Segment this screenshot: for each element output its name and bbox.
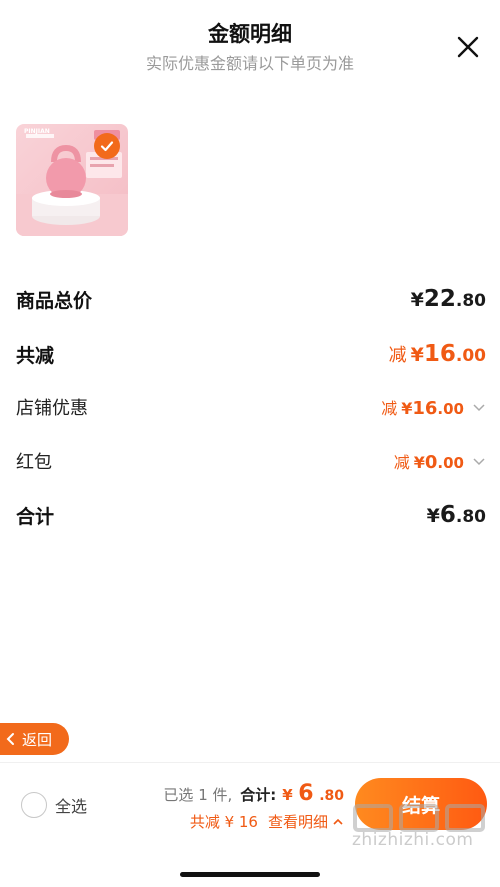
total-reduce-amount: 减 ¥ 16 .00 [388, 341, 486, 367]
red-packet-amount: 减 ¥ 0 .00 [394, 449, 486, 473]
product-brand-text: PINJIAN [24, 128, 50, 135]
watermark-text: zhizhizhi.com [352, 830, 474, 850]
chevron-down-icon[interactable] [472, 456, 486, 466]
select-all-label: 全选 [55, 797, 88, 816]
select-all-radio[interactable] [21, 792, 47, 818]
store-discount-row[interactable]: 店铺优惠 减 ¥ 16 .00 [16, 392, 486, 422]
goods-total-amount: ¥ 22 .80 [410, 286, 486, 312]
total-reduce-label: 共减 [16, 344, 55, 367]
red-packet-label: 红包 [16, 452, 52, 473]
close-button[interactable] [455, 34, 481, 60]
store-discount-amount: 减 ¥ 16 .00 [381, 395, 486, 419]
page-subtitle: 实际优惠金额请以下单页为准 [145, 54, 354, 73]
page-title: 金额明细 [208, 22, 292, 46]
total-amount: ¥ 6 .80 [282, 781, 344, 806]
goods-total-row: 商品总价 ¥ 22 .80 [16, 284, 486, 314]
chevron-left-icon [6, 733, 14, 745]
view-detail-link[interactable]: 共减 ¥ 16 查看明细 [190, 811, 344, 832]
goods-total-label: 商品总价 [16, 289, 93, 312]
select-all-toggle[interactable]: 全选 [21, 792, 87, 818]
sum-row: 合计 ¥ 6 .80 [16, 500, 486, 530]
sum-amount: ¥ 6 .80 [426, 502, 486, 528]
sum-label: 合计 [16, 505, 55, 528]
red-packet-row[interactable]: 红包 减 ¥ 0 .00 [16, 446, 486, 476]
close-icon [457, 36, 479, 58]
product-thumbnail[interactable]: PINJIAN [16, 124, 128, 236]
check-icon [100, 141, 114, 152]
back-button-label: 返回 [22, 730, 53, 749]
selected-count: 已选 1 件, [163, 786, 233, 804]
modal-header: 金额明细 实际优惠金额请以下单页为准 [0, 0, 500, 80]
selected-badge[interactable] [94, 133, 120, 159]
summary-total: 已选 1 件, 合计: ¥ 6 .80 [163, 781, 344, 806]
back-button[interactable]: 返回 [0, 723, 69, 755]
reduce-summary: 共减 ¥ 16 [189, 813, 258, 831]
home-indicator[interactable] [180, 872, 320, 877]
store-discount-label: 店铺优惠 [16, 398, 88, 419]
detail-link-label: 查看明细 [267, 813, 328, 831]
chevron-down-icon[interactable] [472, 402, 486, 412]
chevron-up-icon [333, 818, 343, 825]
total-label: 合计: [240, 786, 277, 804]
total-reduce-row: 共减 减 ¥ 16 .00 [16, 339, 486, 369]
